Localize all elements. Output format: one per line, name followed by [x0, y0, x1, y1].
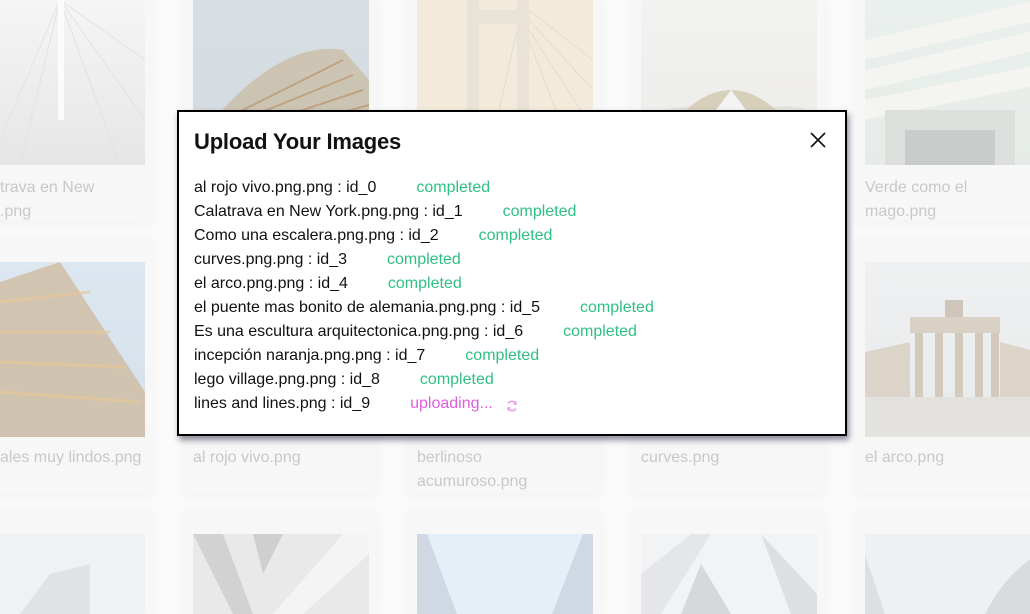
- refresh-spinner-icon: [505, 397, 519, 412]
- upload-item: Calatrava en New York.png.png : id_1 com…: [194, 200, 654, 224]
- upload-filename: Como una escalera.png.png : id_2: [194, 227, 439, 244]
- upload-status: completed: [416, 179, 491, 196]
- upload-item: el arco.png.png : id_4 completed: [194, 272, 654, 296]
- upload-status: completed: [465, 347, 540, 364]
- upload-status: completed: [387, 251, 461, 268]
- upload-status: completed: [502, 203, 577, 220]
- upload-item: lines and lines.png : id_9 uploading...: [194, 392, 654, 416]
- upload-modal: Upload Your Images al rojo vivo.png.png …: [177, 110, 847, 436]
- upload-status: completed: [580, 299, 654, 316]
- upload-item: curves.png.png : id_3 completed: [194, 248, 654, 272]
- upload-status: uploading...: [410, 395, 493, 412]
- upload-list: al rojo vivo.png.png : id_0 completed Ca…: [194, 176, 654, 416]
- upload-filename: incepción naranja.png.png : id_7: [194, 347, 426, 364]
- upload-status: completed: [387, 275, 462, 292]
- upload-filename: el arco.png.png : id_4: [194, 275, 348, 292]
- upload-filename: lego village.png.png : id_8: [194, 371, 380, 388]
- upload-item: el puente mas bonito de alemania.png.png…: [194, 296, 654, 320]
- upload-item: Es una escultura arquitectonica.png.png …: [194, 320, 654, 344]
- upload-item: al rojo vivo.png.png : id_0 completed: [194, 176, 654, 200]
- close-button[interactable]: [809, 131, 827, 149]
- upload-item: Como una escalera.png.png : id_2 complet…: [194, 224, 654, 248]
- upload-item: incepción naranja.png.png : id_7 complet…: [194, 344, 654, 368]
- upload-status: completed: [563, 323, 637, 340]
- upload-filename: curves.png.png : id_3: [194, 251, 347, 268]
- upload-filename: al rojo vivo.png.png : id_0: [194, 179, 377, 196]
- close-icon: [810, 132, 826, 148]
- upload-status: completed: [478, 227, 553, 244]
- upload-filename: lines and lines.png : id_9: [194, 395, 371, 412]
- upload-filename: el puente mas bonito de alemania.png.png…: [194, 299, 541, 316]
- upload-status: completed: [419, 371, 494, 388]
- upload-filename: Es una escultura arquitectonica.png.png …: [194, 323, 524, 340]
- upload-filename: Calatrava en New York.png.png : id_1: [194, 203, 463, 220]
- upload-item: lego village.png.png : id_8 completed: [194, 368, 654, 392]
- modal-title: Upload Your Images: [194, 129, 402, 154]
